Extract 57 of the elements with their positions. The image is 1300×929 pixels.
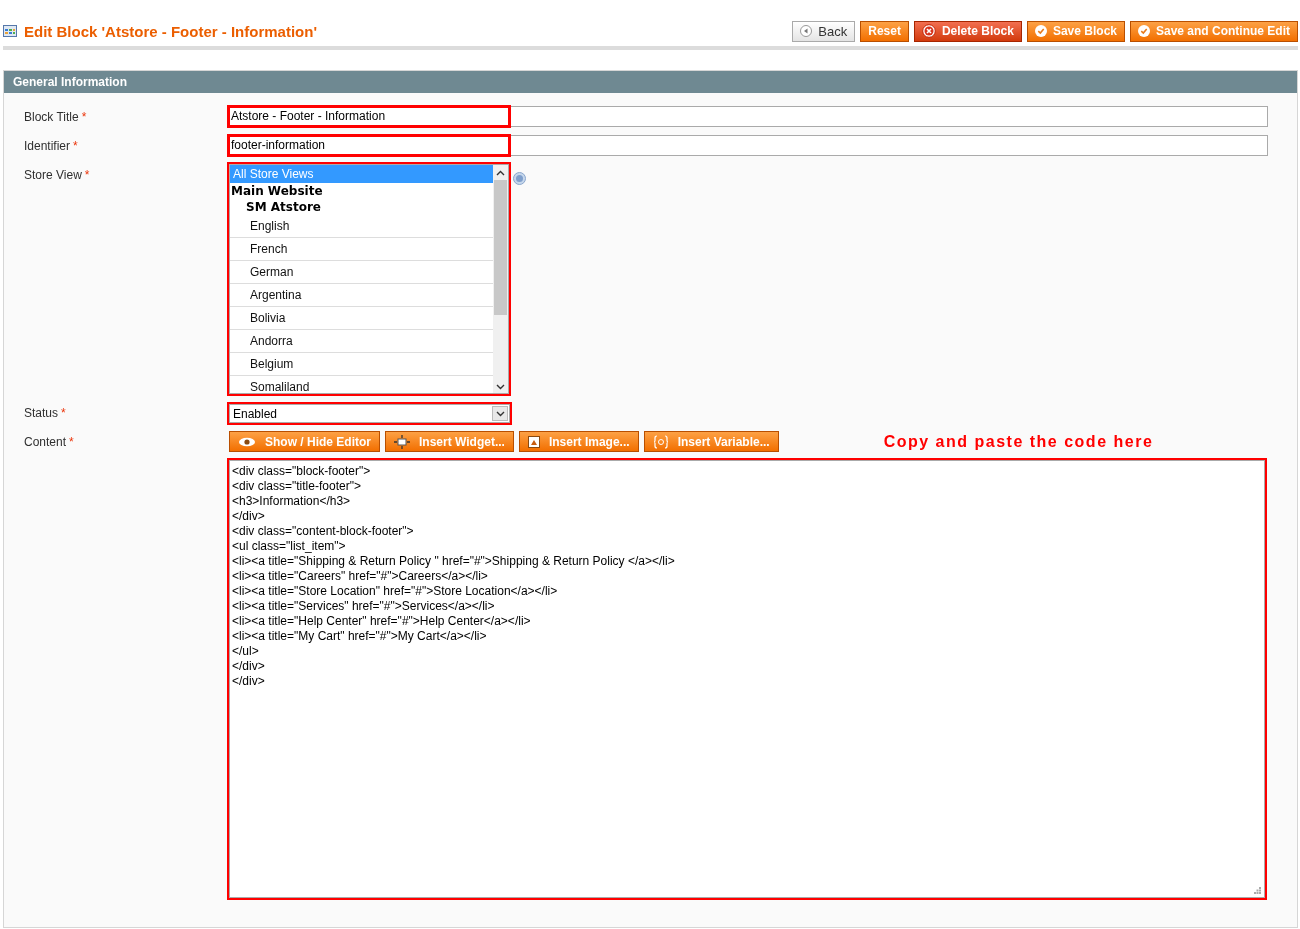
code-line: <h3>Information</h3> bbox=[232, 494, 352, 509]
list-option[interactable]: Belgium bbox=[230, 353, 493, 376]
text-field[interactable]: Atstore - Footer - Information bbox=[229, 107, 509, 126]
status-dropdown[interactable]: Enabled bbox=[229, 404, 510, 423]
dropdown-caret-icon bbox=[495, 410, 505, 417]
code-line: <li><a title="Services" href="#">Services</a></li> bbox=[232, 599, 496, 614]
down-caret-icon bbox=[496, 384, 505, 390]
list-option[interactable]: Bolivia bbox=[230, 307, 493, 330]
code-line: </div> bbox=[232, 659, 266, 674]
image-icon bbox=[527, 435, 540, 448]
required-mark: * bbox=[81, 110, 87, 124]
required-mark: * bbox=[61, 406, 66, 420]
up-caret-icon bbox=[496, 170, 505, 176]
required-mark: * bbox=[73, 139, 78, 153]
text-field[interactable]: footer-information bbox=[229, 136, 509, 155]
page-title: Edit Block 'Atstore - Footer - Information' bbox=[24, 22, 318, 40]
eye-icon bbox=[238, 436, 256, 447]
checkmark-icon bbox=[1034, 25, 1047, 37]
action-button[interactable]: Back bbox=[792, 20, 856, 42]
code-line: <li><a title="Help Center" href="#">Help Center</a></li> bbox=[232, 614, 532, 629]
required-mark: * bbox=[84, 168, 90, 182]
braces-icon bbox=[652, 434, 669, 449]
grid-icon bbox=[3, 25, 17, 37]
field-label: Status bbox=[24, 406, 59, 420]
resize-grip-icon[interactable] bbox=[1254, 887, 1261, 894]
code-line: <div class="title-footer"> bbox=[232, 479, 362, 494]
field-label: Identifier bbox=[24, 139, 71, 153]
code-line: <li><a title="Store Location" href="#">Store Location</a></li> bbox=[232, 584, 559, 599]
code-line: </ul> bbox=[232, 644, 260, 659]
code-line: <li><a title="My Cart" href="#">My Cart</a></li> bbox=[232, 629, 488, 644]
list-option[interactable]: English bbox=[230, 215, 493, 238]
list-option[interactable]: Argentina bbox=[230, 284, 493, 307]
list-option[interactable]: Andorra bbox=[230, 330, 493, 353]
list-option[interactable]: French bbox=[230, 238, 493, 261]
action-button[interactable]: Delete Block bbox=[913, 20, 1022, 42]
required-mark: * bbox=[69, 435, 74, 449]
group-label: SM Atstore bbox=[245, 199, 322, 215]
code-line: <div class="content-block-footer"> bbox=[232, 524, 415, 539]
widget-icon bbox=[394, 434, 410, 449]
field-label: Content bbox=[24, 435, 67, 449]
annotation-text: Copy and paste the code here bbox=[883, 432, 1154, 451]
field-label: Store View bbox=[24, 168, 82, 182]
close-icon bbox=[921, 24, 936, 38]
field-label: Block Title bbox=[24, 110, 79, 124]
code-line: <div class="block-footer"> bbox=[232, 464, 372, 479]
list-option[interactable]: German bbox=[230, 261, 493, 284]
store-view-listbox[interactable]: All Store Views Main Website SM Atstore English French German Argentina Bolivia Andorra Belgium Somaliland bbox=[229, 164, 509, 394]
section-header: General Information bbox=[4, 71, 1297, 93]
code-line: <ul class="list_item"> bbox=[232, 539, 347, 554]
checkmark-icon bbox=[1138, 25, 1150, 37]
code-line: </div> bbox=[232, 674, 266, 689]
code-line: </div> bbox=[232, 509, 266, 524]
scrollbar[interactable] bbox=[493, 165, 508, 393]
code-field[interactable] bbox=[229, 460, 1265, 898]
code-line: <li><a title="Careers" href="#">Careers</a></li> bbox=[232, 569, 489, 584]
code-line: <li><a title="Shipping & Return Policy " href="#">Shipping & Return Policy </a></li> bbox=[232, 554, 676, 569]
group-label: Main Website bbox=[230, 183, 324, 199]
